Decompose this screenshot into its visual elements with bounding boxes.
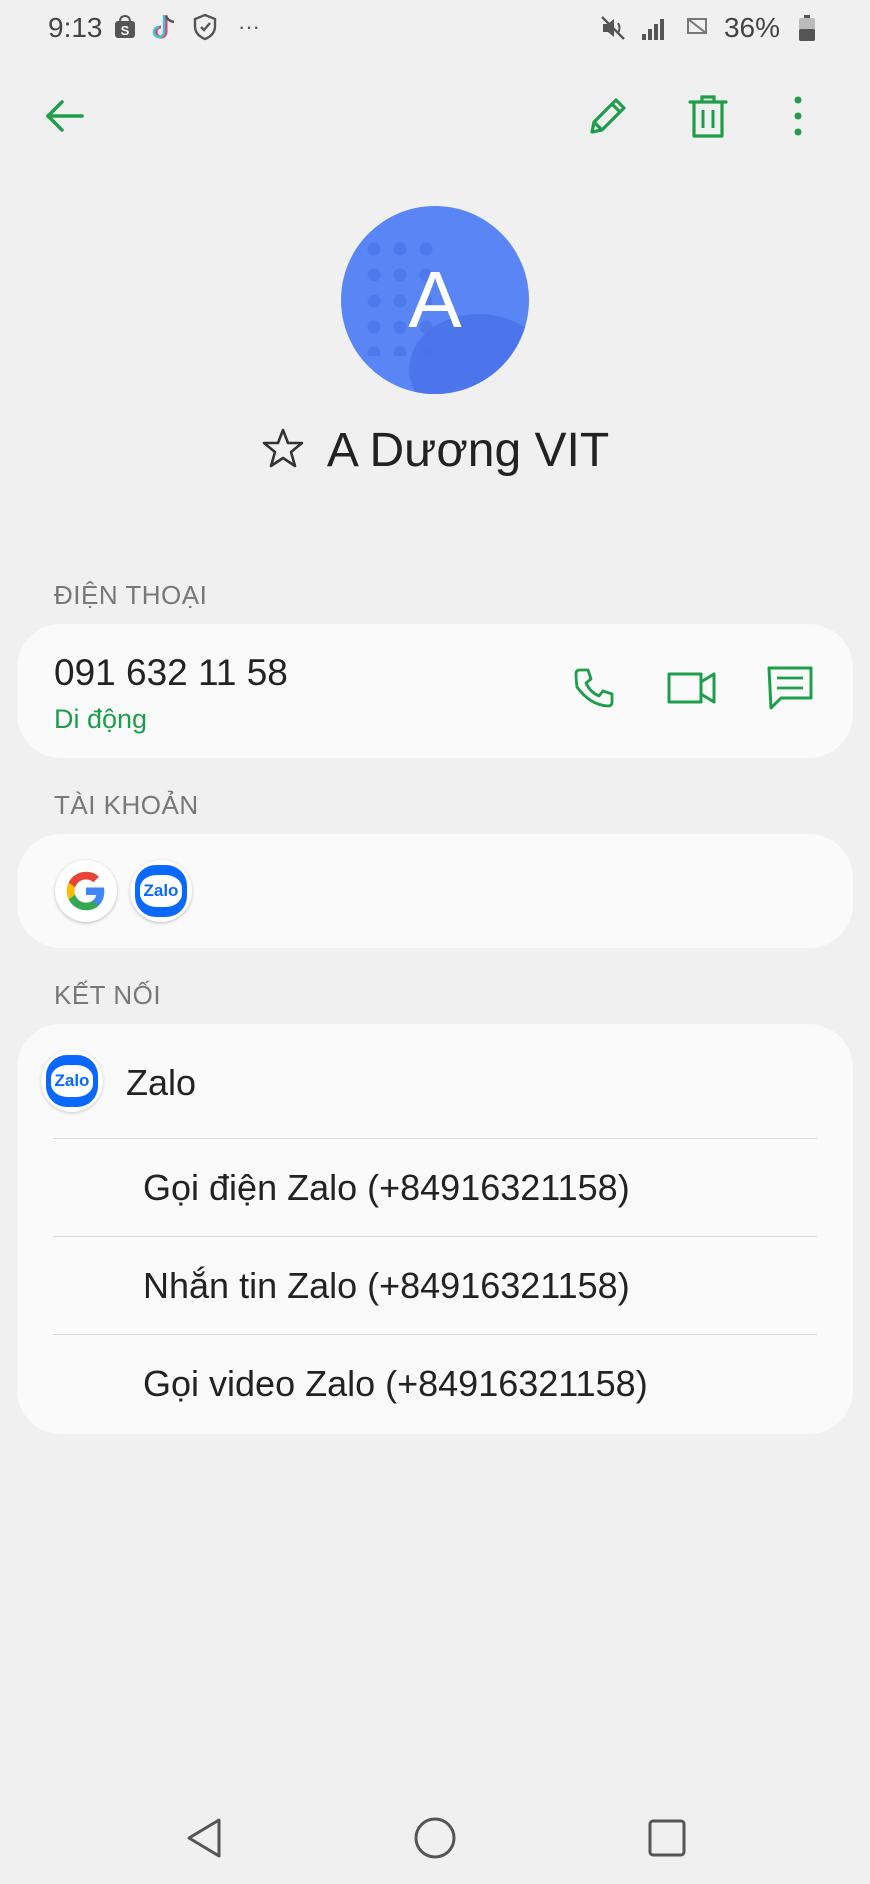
message-button[interactable] (758, 658, 822, 722)
status-bar: 9:13 S ··· 36% (0, 0, 870, 58)
connections-card: Zalo Zalo Gọi điện Zalo (+84916321158) N… (17, 1024, 853, 1434)
google-icon[interactable] (55, 860, 117, 922)
nav-home-button[interactable] (405, 1810, 465, 1870)
mute-icon (598, 13, 628, 43)
shopee-icon: S (110, 12, 140, 42)
recents-square-icon (643, 1814, 691, 1867)
connections-section-label: KẾT NỐI (54, 980, 162, 1010)
zalo-message-item[interactable]: Nhắn tin Zalo (+84916321158) (53, 1236, 817, 1334)
more-vert-icon (792, 94, 804, 143)
pencil-icon (584, 92, 632, 145)
shield-icon (190, 12, 220, 42)
call-button[interactable] (562, 658, 626, 722)
contact-name-row: A Dương VIT (0, 418, 870, 482)
more-options-button[interactable] (770, 90, 826, 146)
status-time: 9:13 (48, 12, 103, 43)
contact-avatar: A (341, 206, 529, 394)
video-call-button[interactable] (660, 658, 724, 722)
connection-item-label: Nhắn tin Zalo (+84916321158) (143, 1265, 630, 1306)
no-sim-icon (682, 13, 712, 43)
home-circle-icon (411, 1814, 459, 1867)
trash-icon (686, 92, 730, 145)
zalo-call-item[interactable]: Gọi điện Zalo (+84916321158) (53, 1138, 817, 1236)
phone-icon (570, 664, 618, 717)
signal-icon (640, 13, 670, 43)
zalo-logo-text: Zalo (140, 874, 182, 908)
battery-icon (792, 13, 822, 43)
back-triangle-icon (181, 1814, 229, 1867)
star-icon[interactable] (261, 426, 305, 475)
contact-name: A Dương VIT (326, 423, 610, 477)
status-system-icons: 36% (598, 12, 822, 44)
tiktok-icon (150, 12, 180, 42)
arrow-left-icon (42, 94, 86, 143)
avatar-letter: A (408, 255, 462, 344)
connection-item-label: Gọi video Zalo (+84916321158) (143, 1363, 648, 1404)
back-button[interactable] (36, 90, 92, 146)
svg-text:S: S (121, 23, 130, 38)
accounts-section-label: TÀI KHOẢN (54, 790, 199, 820)
zalo-video-item[interactable]: Gọi video Zalo (+84916321158) (53, 1334, 817, 1432)
zalo-logo-text: Zalo (51, 1064, 93, 1098)
phone-number[interactable]: 091 632 11 58 (54, 652, 288, 694)
edit-button[interactable] (580, 90, 636, 146)
phone-card: 091 632 11 58 Di động (17, 624, 853, 758)
app-bar (0, 70, 870, 162)
connection-item-label: Gọi điện Zalo (+84916321158) (143, 1167, 630, 1208)
phone-section-label: ĐIỆN THOẠI (54, 580, 208, 610)
nav-recents-button[interactable] (637, 1810, 697, 1870)
battery-percent: 36% (723, 12, 780, 43)
nav-back-button[interactable] (175, 1810, 235, 1870)
zalo-icon[interactable]: Zalo (130, 860, 192, 922)
system-nav-bar (0, 1780, 870, 1884)
delete-button[interactable] (680, 90, 736, 146)
accounts-card: Zalo (17, 834, 853, 948)
zalo-app-icon: Zalo (41, 1050, 103, 1112)
video-icon (666, 666, 718, 715)
status-notification-icons: S ··· (110, 12, 260, 42)
phone-type: Di động (54, 704, 148, 734)
more-notifications: ··· (238, 14, 260, 39)
connection-app-name: Zalo (126, 1062, 197, 1103)
message-icon (765, 664, 815, 717)
